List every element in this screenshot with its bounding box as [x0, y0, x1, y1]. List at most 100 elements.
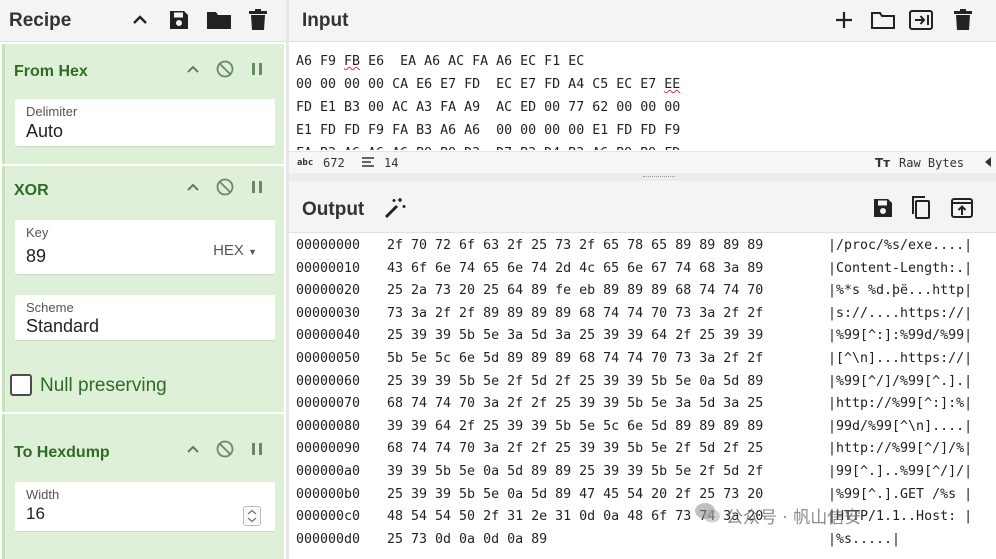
- operation-title: XOR: [14, 182, 49, 199]
- hexdump-offset: 00000040: [296, 328, 361, 344]
- delimiter-field[interactable]: Delimiter Auto: [15, 99, 275, 147]
- key-field[interactable]: Key 89 HEX ▼: [15, 220, 275, 275]
- input-line-text: FA B3 A6 A6 A6 B9 B9 D3 D7 B3 D4 B3 A6 B…: [296, 146, 680, 150]
- recipe-panel: Recipe From Hex Delimiter Auto XOR Key 8…: [0, 0, 286, 559]
- chevron-up-icon[interactable]: [183, 440, 203, 460]
- scheme-field[interactable]: Scheme Standard: [15, 295, 275, 341]
- input-line-text: 00 00 00 00 CA E6 E7 FD EC E7 FD A4 C5 E…: [296, 77, 665, 92]
- input-line: E1 FD FD F9 FA B3 A6 A6 00 00 00 00 E1 F…: [296, 119, 986, 142]
- hexdump-ascii: |%99[^:]:%99d/%99|: [828, 328, 973, 344]
- length-icon: abc: [297, 158, 314, 168]
- hexdump-offset: 00000060: [296, 373, 361, 389]
- text-format-icon: Tт: [875, 156, 891, 170]
- input-line: FA B3 A6 A6 A6 B9 B9 D3 D7 B3 D4 B3 A6 B…: [296, 142, 986, 150]
- hexdump-bytes: 5b 5e 5c 6e 5d 89 89 89 68 74 74 70 73 3…: [387, 350, 764, 366]
- field-label: Key: [26, 225, 49, 240]
- output-hexdump[interactable]: 00000000 2f 70 72 6f 63 2f 25 73 2f 65 78…: [296, 236, 996, 552]
- hexdump-offset: 00000090: [296, 441, 361, 457]
- hexdump-bytes: 68 74 74 70 3a 2f 2f 25 39 39 5b 5e 3a 5…: [387, 396, 764, 412]
- field-label: Scheme: [26, 300, 74, 315]
- magic-wand-icon[interactable]: [383, 196, 407, 220]
- hexdump-ascii: |99[^.]..%99[^/]/|: [828, 463, 973, 479]
- field-value: 16: [26, 504, 45, 523]
- chevron-up-icon[interactable]: [183, 60, 203, 80]
- operation-from-hex: From Hex Delimiter Auto: [2, 44, 284, 164]
- field-label: Width: [26, 487, 60, 502]
- field-value: Auto: [26, 121, 64, 141]
- folder-icon[interactable]: [206, 8, 231, 32]
- pane-divider[interactable]: [289, 173, 996, 181]
- hexdump-row: 00000080 39 39 64 2f 25 39 39 5b 5e 5c 6e…: [296, 417, 996, 440]
- hexdump-row: 00000020 25 2a 73 20 25 64 89 fe eb 89 89…: [296, 281, 996, 304]
- input-line: 00 00 00 00 CA E6 E7 FD EC E7 FD A4 C5 E…: [296, 73, 986, 96]
- chevron-up-icon[interactable]: [183, 178, 203, 198]
- hexdump-row: 000000a0 39 39 5b 5e 0a 5d 89 89 25 39 39…: [296, 462, 996, 485]
- input-line-text: FD E1 B3 00 AC A3 FA A9 AC ED 00 77 62 0…: [296, 100, 681, 115]
- hexdump-row: 00000030 73 3a 2f 2f 89 89 89 89 68 74 74…: [296, 304, 996, 327]
- hexdump-bytes: 39 39 64 2f 25 39 39 5b 5e 5c 6e 5d 89 8…: [387, 418, 764, 434]
- null-preserving-checkbox[interactable]: [10, 374, 32, 396]
- hexdump-row: 00000070 68 74 74 70 3a 2f 2f 25 39 39 5b…: [296, 394, 996, 417]
- null-preserving-label: Null preserving: [40, 375, 167, 396]
- key-format-select[interactable]: HEX ▼: [213, 242, 257, 259]
- output-header: Output: [289, 181, 996, 233]
- divider-grip: [643, 176, 675, 178]
- save-output-icon[interactable]: [871, 196, 895, 220]
- recipe-title: Recipe: [9, 10, 72, 31]
- width-field[interactable]: Width 16: [15, 482, 275, 532]
- disable-icon[interactable]: [215, 59, 235, 79]
- hexdump-offset: 000000b0: [296, 486, 361, 502]
- open-folder-icon[interactable]: [870, 8, 895, 32]
- hexdump-ascii: |%*s %d.þë...http|: [828, 283, 973, 299]
- hexdump-row: 000000b0 25 39 39 5b 5e 0a 5d 89 47 45 54…: [296, 485, 996, 508]
- copy-output-icon[interactable]: [909, 195, 933, 219]
- field-label: Delimiter: [26, 104, 78, 119]
- hexdump-ascii: |Content-Length:.|: [828, 260, 973, 276]
- save-icon[interactable]: [167, 8, 191, 32]
- field-value: 89: [26, 246, 47, 266]
- input-encoding[interactable]: Raw Bytes: [899, 156, 964, 170]
- hexdump-offset: 00000050: [296, 350, 361, 366]
- watermark-text: 公众号 · 帆山信安: [726, 508, 862, 528]
- operation-to-hexdump: To Hexdump Width 16: [2, 414, 284, 559]
- trash-icon[interactable]: [246, 8, 270, 32]
- lines-icon: [361, 155, 375, 169]
- hexdump-ascii: |http://%99[^/]/%|: [828, 441, 973, 457]
- open-file-icon[interactable]: [908, 8, 933, 32]
- hexdump-row: 00000010 43 6f 6e 74 65 6e 74 2d 4c 65 6e…: [296, 259, 996, 282]
- replace-input-icon[interactable]: [950, 196, 974, 220]
- spellcheck-flag: FB: [344, 54, 361, 69]
- disable-icon[interactable]: [215, 439, 235, 459]
- clear-input-trash-icon[interactable]: [951, 8, 975, 32]
- hexdump-row: 00000060 25 39 39 5b 5e 2f 5d 2f 25 39 39…: [296, 372, 996, 395]
- pause-icon[interactable]: [247, 439, 267, 459]
- hexdump-ascii: |s://....https://|: [828, 305, 973, 321]
- hexdump-offset: 000000c0: [296, 509, 361, 525]
- hexdump-offset: 000000a0: [296, 463, 361, 479]
- input-line: A6 F9 FB E6 EA A6 AC FA A6 EC F1 EC: [296, 50, 986, 73]
- hexdump-offset: 00000020: [296, 283, 361, 299]
- hexdump-bytes: 25 73 0d 0a 0d 0a 89: [387, 531, 548, 547]
- wechat-icon: [694, 502, 722, 524]
- panel-gutter[interactable]: [286, 0, 289, 559]
- hexdump-row: 00000050 5b 5e 5c 6e 5d 89 89 89 68 74 74…: [296, 349, 996, 372]
- hexdump-row: 00000040 25 39 39 5b 5e 3a 5d 3a 25 39 39…: [296, 326, 996, 349]
- pause-icon[interactable]: [247, 59, 267, 79]
- operation-title: From Hex: [14, 63, 88, 80]
- hexdump-bytes: 43 6f 6e 74 65 6e 74 2d 4c 65 6e 67 74 6…: [387, 260, 764, 276]
- pause-icon[interactable]: [247, 177, 267, 197]
- field-value: Standard: [26, 316, 100, 336]
- input-line-text: E1 FD FD F9 FA B3 A6 A6 00 00 00 00 E1 F…: [296, 123, 681, 138]
- arrow-left-icon[interactable]: [983, 155, 993, 169]
- disable-icon[interactable]: [215, 177, 235, 197]
- hexdump-offset: 00000010: [296, 260, 361, 276]
- hexdump-offset: 00000000: [296, 238, 361, 253]
- input-length: 672: [323, 156, 345, 170]
- hexdump-ascii: |[^\n]...https://|: [828, 350, 973, 366]
- hexdump-bytes: 2f 70 72 6f 63 2f 25 73 2f 65 78 65 89 8…: [387, 238, 764, 253]
- input-textarea[interactable]: A6 F9 FB E6 EA A6 AC FA A6 EC F1 EC 00 00…: [296, 50, 986, 150]
- width-stepper[interactable]: [243, 506, 261, 526]
- chevron-up-icon[interactable]: [128, 8, 152, 32]
- hexdump-row: 00000000 2f 70 72 6f 63 2f 25 73 2f 65 78…: [296, 236, 996, 259]
- add-tab-icon[interactable]: [832, 8, 856, 32]
